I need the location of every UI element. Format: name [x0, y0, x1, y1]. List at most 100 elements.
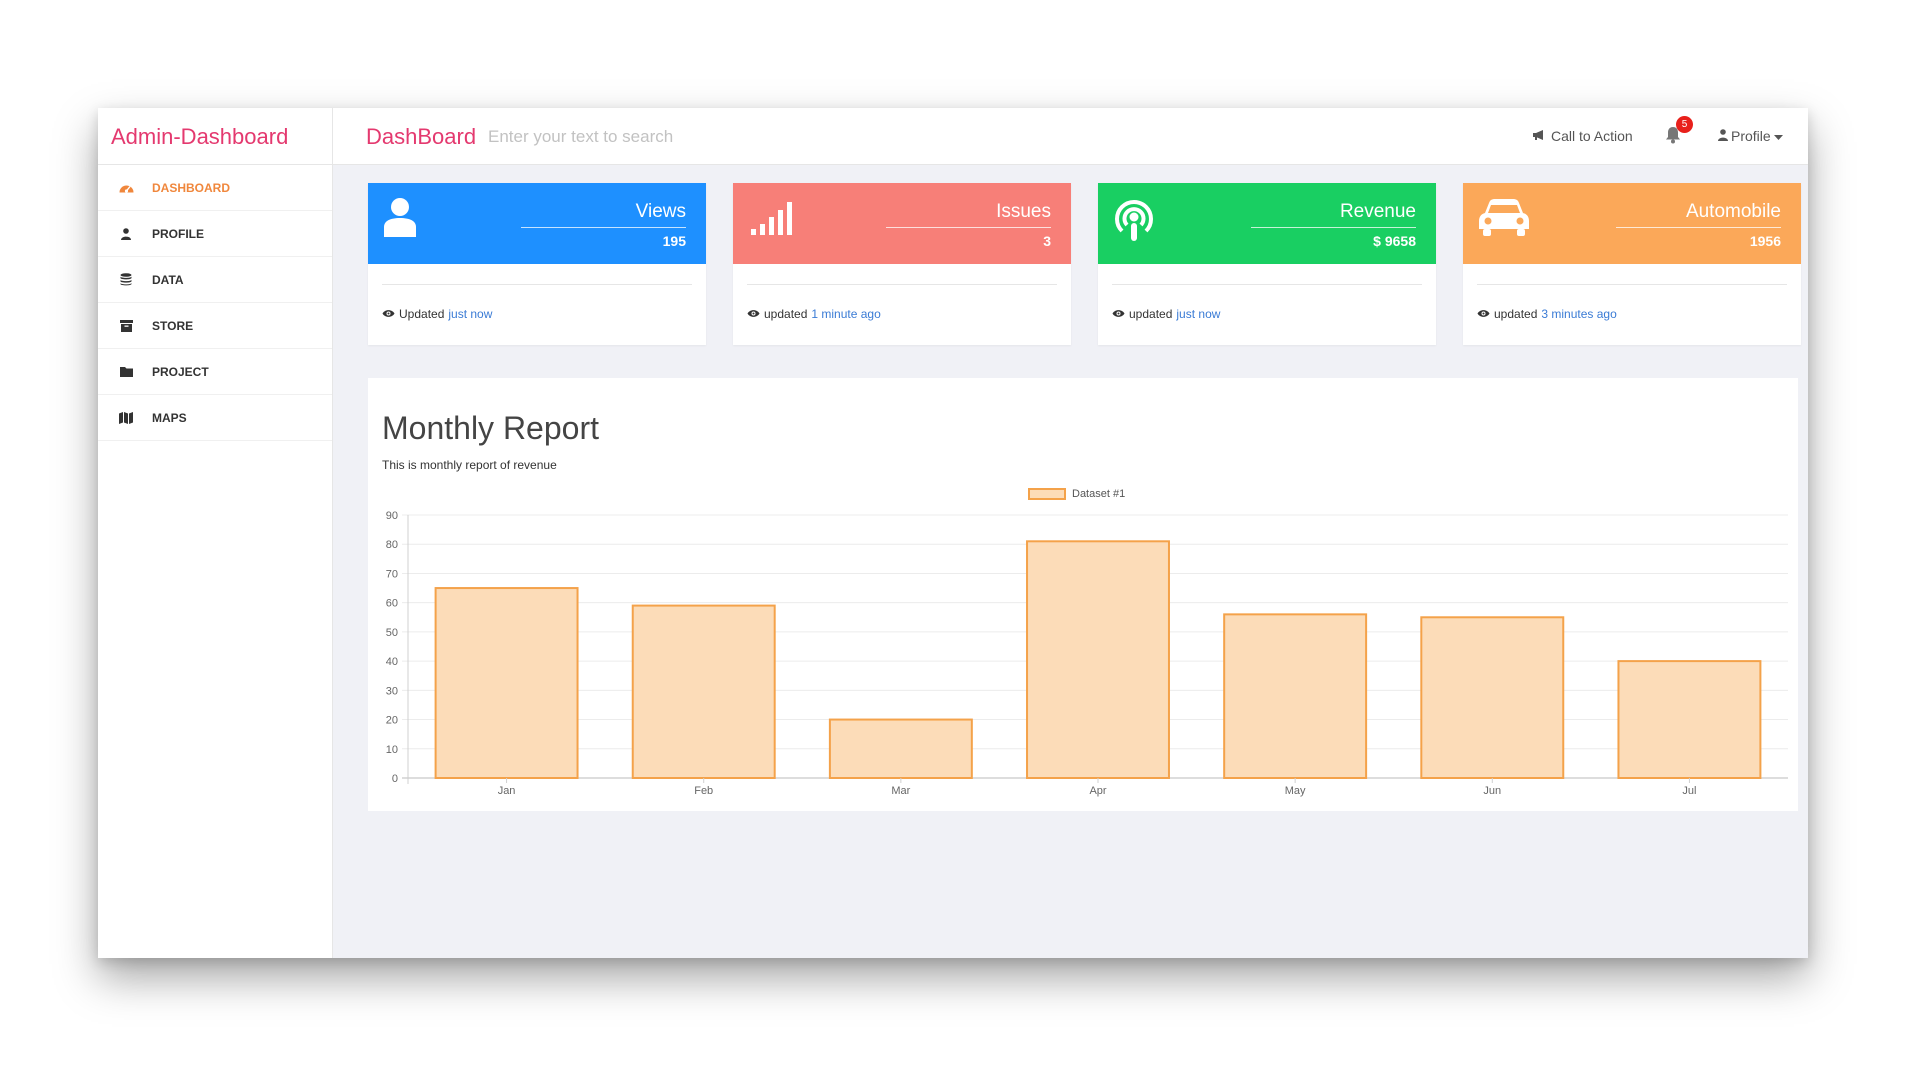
- updated-time-link[interactable]: 3 minutes ago: [1541, 307, 1616, 321]
- monthly-report-panel: Monthly Report This is monthly report of…: [368, 378, 1798, 811]
- card-footer: updated just now: [1112, 307, 1220, 321]
- card-title: Issues: [996, 201, 1051, 222]
- sidebar-item-profile[interactable]: PROFILE: [98, 211, 332, 257]
- caret-down-icon: [1773, 108, 1783, 165]
- call-to-action-label: Call to Action: [1551, 128, 1633, 144]
- bar-jul: [1617, 660, 1762, 779]
- y-tick-label: 70: [386, 568, 398, 580]
- card-separator: [747, 284, 1057, 285]
- stat-card-issues[interactable]: Issues 3 updated 1 minute ago: [733, 183, 1071, 345]
- updated-prefix: updated: [1494, 307, 1538, 321]
- megaphone-icon: [1532, 108, 1546, 165]
- user-icon: [1718, 108, 1728, 165]
- podcast-icon: [1112, 197, 1162, 247]
- updated-time-link[interactable]: just now: [448, 307, 492, 321]
- y-tick-label: 50: [386, 627, 398, 639]
- card-divider: [886, 227, 1051, 228]
- bar-feb: [631, 604, 776, 779]
- notification-badge: 5: [1676, 116, 1693, 133]
- updated-time-link[interactable]: just now: [1176, 307, 1220, 321]
- x-tick-label: Mar: [891, 785, 910, 797]
- y-tick-label: 40: [386, 656, 398, 668]
- profile-label: Profile: [1731, 128, 1771, 144]
- bar-apr: [1026, 540, 1170, 779]
- stat-card-revenue[interactable]: Revenue $ 9658 updated just now: [1098, 183, 1436, 345]
- card-footer: Updated just now: [382, 307, 492, 321]
- brand-logo[interactable]: Admin-Dashboard: [98, 108, 333, 165]
- bar-jun: [1420, 616, 1565, 779]
- updated-time-link[interactable]: 1 minute ago: [811, 307, 880, 321]
- archive-icon: [118, 319, 134, 333]
- card-separator: [382, 284, 692, 285]
- call-to-action-button[interactable]: Call to Action: [1532, 108, 1633, 165]
- sidebar-item-data[interactable]: DATA: [98, 257, 332, 303]
- card-divider: [1616, 227, 1781, 228]
- x-tick-label: May: [1285, 785, 1306, 797]
- top-bar: Admin-Dashboard DashBoard Call to Action…: [98, 108, 1808, 165]
- sidebar-item-label: MAPS: [152, 410, 187, 425]
- card-value: 1956: [1749, 233, 1781, 249]
- card-value: $ 9658: [1373, 233, 1416, 249]
- card-title: Revenue: [1339, 201, 1416, 222]
- updated-prefix: Updated: [399, 307, 445, 321]
- card-title: Automobile: [1685, 201, 1781, 222]
- profile-dropdown[interactable]: Profile: [1718, 108, 1783, 165]
- eye-icon: [747, 307, 760, 321]
- folder-icon: [118, 365, 134, 379]
- sidebar-item-label: STORE: [152, 318, 194, 333]
- sidebar-item-dashboard[interactable]: DASHBOARD: [98, 165, 332, 211]
- y-tick-label: 80: [386, 539, 398, 551]
- card-divider: [1251, 227, 1416, 228]
- card-divider: [521, 227, 686, 228]
- sidebar-item-project[interactable]: PROJECT: [98, 349, 332, 395]
- y-tick-label: 90: [386, 510, 398, 522]
- x-tick-label: Jan: [498, 785, 516, 797]
- sidebar-item-label: PROFILE: [152, 226, 205, 241]
- sidebar: DASHBOARD PROFILE DATA STORE PROJECT MAP…: [98, 165, 333, 958]
- updated-prefix: updated: [764, 307, 808, 321]
- eye-icon: [382, 307, 395, 321]
- signal-icon: [747, 197, 797, 247]
- card-footer: updated 3 minutes ago: [1477, 307, 1617, 321]
- card-footer: updated 1 minute ago: [747, 307, 881, 321]
- car-icon: [1477, 197, 1529, 247]
- bar-mar: [828, 718, 973, 779]
- database-icon: [118, 273, 134, 287]
- bar-may: [1223, 613, 1368, 779]
- card-header: Revenue $ 9658: [1098, 183, 1436, 264]
- y-tick-label: 60: [386, 598, 398, 610]
- eye-icon: [1477, 307, 1490, 321]
- sidebar-item-maps[interactable]: MAPS: [98, 395, 332, 441]
- card-separator: [1112, 284, 1422, 285]
- x-tick-label: Jun: [1483, 785, 1501, 797]
- y-tick-label: 30: [386, 685, 398, 697]
- revenue-bar-chart: 0 10 20 30 40 50 60 70 80 90 Jan Feb Mar Apr May Jun Jul: [386, 510, 1788, 797]
- map-icon: [118, 411, 134, 425]
- sidebar-item-label: DATA: [152, 272, 184, 287]
- x-tick-label: Feb: [694, 785, 713, 797]
- sidebar-item-label: PROJECT: [152, 364, 209, 379]
- user-icon: [382, 197, 432, 247]
- sidebar-item-store[interactable]: STORE: [98, 303, 332, 349]
- x-tick-label: Jul: [1682, 785, 1696, 797]
- card-header: Issues 3: [733, 183, 1071, 264]
- y-tick-label: 20: [386, 715, 398, 727]
- updated-prefix: updated: [1129, 307, 1173, 321]
- bar-jan: [434, 587, 579, 779]
- dashboard-icon: [118, 181, 134, 195]
- app-window: Admin-Dashboard DashBoard Call to Action…: [98, 108, 1808, 958]
- sidebar-item-label: DASHBOARD: [152, 180, 230, 195]
- y-tick-label: 10: [386, 744, 398, 756]
- card-value: 195: [662, 233, 686, 249]
- page-title: DashBoard: [366, 124, 477, 149]
- eye-icon: [1112, 307, 1125, 321]
- card-header: Views 195: [368, 183, 706, 264]
- search-input[interactable]: [488, 122, 988, 152]
- card-title: Views: [635, 201, 686, 222]
- x-tick-label: Apr: [1089, 785, 1106, 797]
- user-icon: [118, 227, 134, 241]
- y-tick-label: 0: [392, 773, 398, 785]
- stat-card-automobile[interactable]: Automobile 1956 updated 3 minutes ago: [1463, 183, 1801, 345]
- card-header: Automobile 1956: [1463, 183, 1801, 264]
- stat-card-views[interactable]: Views 195 Updated just now: [368, 183, 706, 345]
